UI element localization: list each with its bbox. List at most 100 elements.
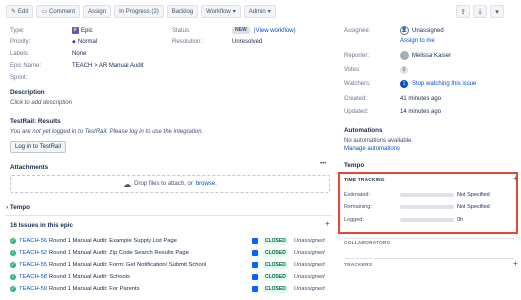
issue-summary[interactable]: Round 1 Manual Audit: Example Supply Lis… <box>49 238 244 244</box>
checkbox-icon <box>252 274 258 280</box>
time-tracking-title: TIME TRACKING <box>344 178 385 183</box>
status-lozenge: CLOSED <box>263 285 288 293</box>
manage-automations-link[interactable]: Manage automations <box>344 146 400 152</box>
votes-count[interactable]: 0 <box>400 65 408 74</box>
issue-key[interactable]: TEACH-55 <box>19 262 49 268</box>
backlog-button[interactable]: Backlog <box>166 5 199 18</box>
assign-to-me-link[interactable]: Assign to me <box>400 38 435 44</box>
checkbox-icon <box>252 238 258 244</box>
estimated-label: Estimated: <box>344 192 370 198</box>
votes-field: Votes: 0 <box>344 65 412 74</box>
issue-assignee: Unassigned <box>293 250 325 256</box>
created-value: 41 minutes ago <box>400 95 442 102</box>
tempo-toggle[interactable]: › Tempo <box>6 204 30 211</box>
comment-button[interactable]: ▭ Comment <box>36 5 81 18</box>
trackers-heading[interactable]: TRACKERS <box>344 263 372 268</box>
issue-key[interactable]: TEACH-58 <box>19 274 49 280</box>
story-check-icon: ✓ <box>10 274 16 280</box>
updated-field: Updated: 14 minutes ago <box>344 107 441 116</box>
labels-label: Labels: <box>10 50 30 57</box>
issue-row[interactable]: ✓ TEACH-59 Round 1 Manual Audit: For Par… <box>10 284 332 294</box>
sprint-label: Sprint: <box>10 74 28 81</box>
resolution-value: Unresolved <box>232 38 263 45</box>
automations-heading: Automations <box>344 127 383 134</box>
assignee-value[interactable]: Unassigned <box>412 28 444 34</box>
export-button[interactable]: ⤓ <box>473 5 487 18</box>
add-issue-button[interactable]: + <box>325 219 330 228</box>
remaining-value: Not Specified <box>457 204 490 210</box>
divider <box>344 238 514 239</box>
more-icon: ▾ <box>495 8 499 16</box>
logged-bar <box>400 218 454 222</box>
assignee-field: Assignee: 👤 Unassigned <box>344 26 444 35</box>
story-check-icon: ✓ <box>10 250 16 256</box>
edit-button[interactable]: ✎ Edit <box>6 5 34 18</box>
stop-watching-link[interactable]: Stop watching this issue <box>412 81 476 87</box>
description-placeholder[interactable]: Click to add description <box>10 100 72 106</box>
updated-label: Updated: <box>344 108 369 115</box>
status-label: Status: <box>172 27 191 34</box>
workflow-dropdown[interactable]: Workflow ▾ <box>201 5 241 18</box>
add-tracker-button[interactable]: + <box>513 259 518 268</box>
chevron-right-icon: › <box>6 204 9 211</box>
issue-toolbar: ✎ Edit ▭ Comment Assign In Progress (2) Ba… <box>6 5 276 18</box>
priority-field: Priority: ◆ Normal <box>10 37 97 46</box>
collaborators-heading[interactable]: COLLABORATORS <box>344 241 390 246</box>
issue-row[interactable]: ✓ TEACH-52 Round 1 Manual Audit: Zip Cod… <box>10 248 332 258</box>
created-field: Created: 41 minutes ago <box>344 94 441 103</box>
issue-key[interactable]: TEACH-52 <box>19 250 49 256</box>
reporter-value[interactable]: Melissa Kaiser <box>412 53 451 59</box>
assignee-label: Assignee: <box>344 27 371 34</box>
status-lozenge: CLOSED <box>263 273 288 281</box>
chevron-down-icon: ▾ <box>232 9 236 15</box>
log-time-button[interactable]: + <box>513 174 518 183</box>
watchers-field: Watchers: 1 Stop watching this issue <box>344 79 476 88</box>
issue-summary[interactable]: Round 1 Manual Audit: Form: Get Notifica… <box>49 262 244 268</box>
issue-summary[interactable]: Round 1 Manual Audit: For Parents <box>49 286 244 292</box>
testrail-login-button[interactable]: Log in to TestRail <box>10 141 66 153</box>
story-check-icon: ✓ <box>10 286 16 292</box>
reporter-label: Reporter: <box>344 52 370 59</box>
labels-value[interactable]: None <box>72 51 86 57</box>
tempo-label: Tempo <box>9 204 31 211</box>
issue-row[interactable]: ✓ TEACH-55 Round 1 Manual Audit: Form: G… <box>10 260 332 270</box>
issue-key[interactable]: TEACH-56 <box>19 238 49 244</box>
issue-key[interactable]: TEACH-59 <box>19 286 49 292</box>
watchers-count[interactable]: 1 <box>400 79 408 88</box>
issue-assignee: Unassigned <box>293 286 325 292</box>
type-label: Type: <box>10 27 25 34</box>
issue-row[interactable]: ✓ TEACH-56 Round 1 Manual Audit: Example… <box>10 236 332 246</box>
admin-dropdown[interactable]: Admin ▾ <box>243 5 276 18</box>
cloud-upload-icon: ☁ <box>123 179 132 189</box>
epic-issues-heading: 16 Issues in this epic <box>10 222 73 229</box>
assign-to-me-row: Assign to me <box>400 36 435 45</box>
checkbox-icon <box>252 262 258 268</box>
epic-name-value[interactable]: TEACH > AR Manual Audit <box>72 63 144 69</box>
checkbox-icon <box>252 286 258 292</box>
status-field: Status: NEW (View workflow) <box>172 26 296 35</box>
reporter-field: Reporter: Melissa Kaiser <box>344 51 451 60</box>
share-button[interactable]: ⇪ <box>456 5 470 18</box>
status-lozenge: CLOSED <box>263 237 288 245</box>
logged-value: 0h <box>457 217 464 223</box>
epic-name-label: Epic Name: <box>10 62 42 69</box>
type-value: Epic <box>81 27 93 34</box>
attachments-more-button[interactable]: ••• <box>320 161 326 167</box>
priority-value: Normal <box>77 38 98 45</box>
view-workflow-link[interactable]: (View workflow) <box>254 28 296 34</box>
issue-row[interactable]: ✓ TEACH-58 Round 1 Manual Audit: Schools… <box>10 272 332 282</box>
more-options-button[interactable]: ▾ <box>490 5 504 18</box>
remaining-row: Remaining: Not Specified <box>344 203 514 211</box>
attachment-dropzone[interactable]: ☁ Drop files to attach, or browse. <box>10 175 330 193</box>
in-progress-button[interactable]: In Progress (2) <box>114 5 164 18</box>
browse-link[interactable]: browse. <box>196 181 217 187</box>
resolution-field: Resolution: Unresolved <box>172 37 262 46</box>
issue-summary[interactable]: Round 1 Manual Audit: Zip Code Search Re… <box>49 250 244 256</box>
status-lozenge: CLOSED <box>263 261 288 269</box>
assign-button[interactable]: Assign <box>83 5 112 18</box>
manage-automations-row: Manage automations <box>344 144 400 153</box>
tempo-heading: Tempo <box>344 162 365 169</box>
watchers-label: Watchers: <box>344 80 371 87</box>
issue-summary[interactable]: Round 1 Manual Audit: Schools <box>49 274 244 280</box>
checkbox-icon <box>252 250 258 256</box>
